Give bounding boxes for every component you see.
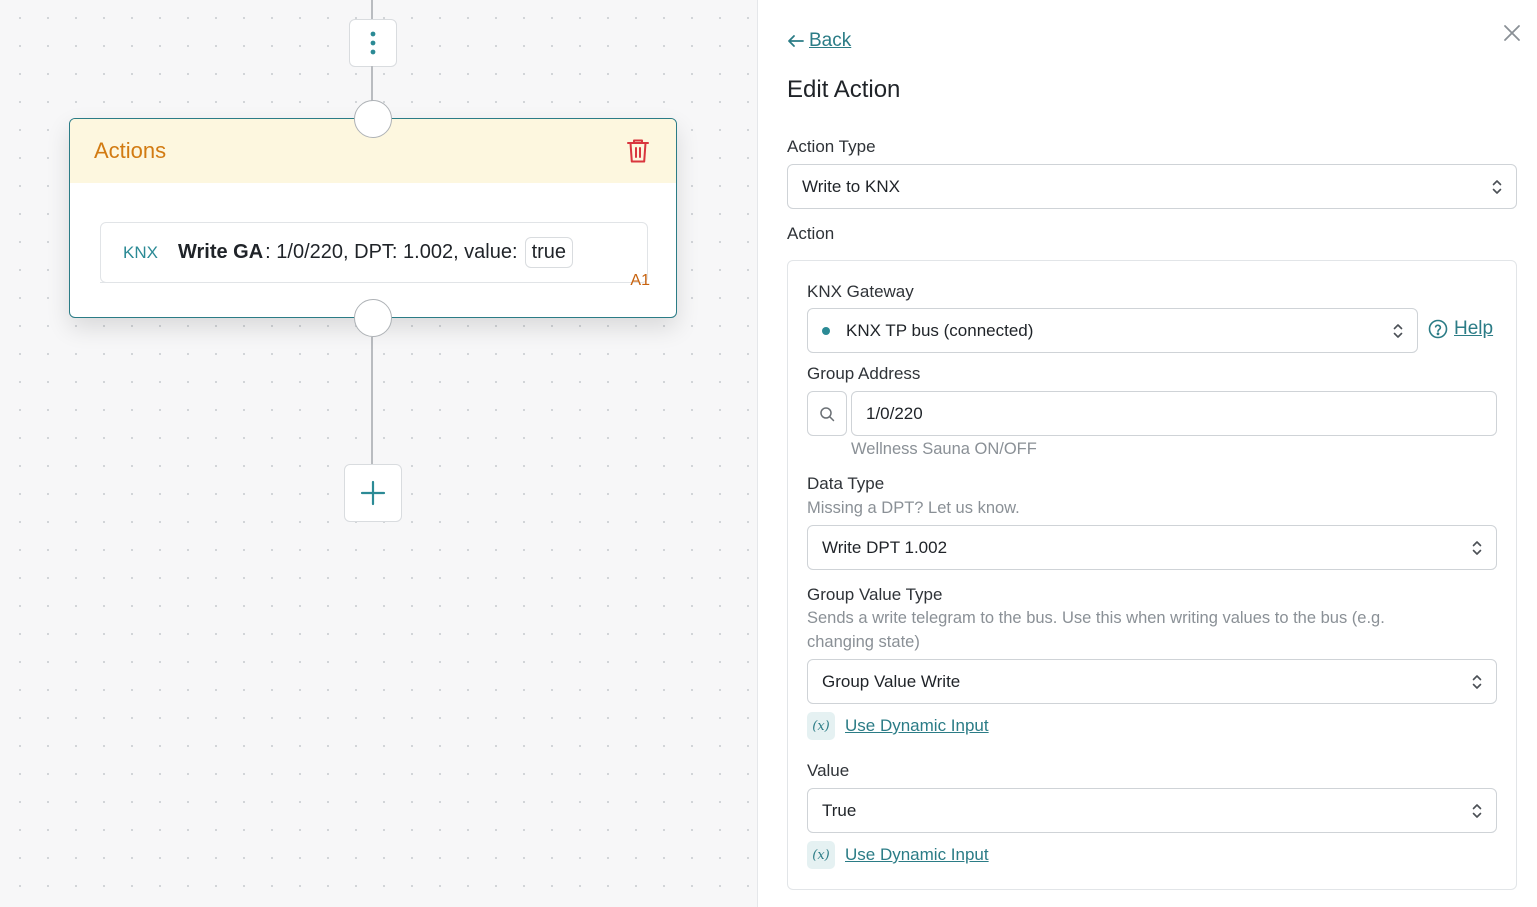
action-type-label: Action Type: [787, 137, 876, 156]
value-select-value: True: [822, 800, 857, 820]
gateway-label: KNX Gateway: [807, 282, 914, 301]
group-value-type-hint: Sends a write telegram to the bus. Use t…: [807, 609, 1385, 651]
connector-line: [371, 337, 373, 464]
group-address-hint: Wellness Sauna ON/OFF: [851, 440, 1037, 458]
node-menu-button[interactable]: [349, 19, 397, 67]
plus-icon: [360, 480, 386, 506]
group-value-dynamic-input-link[interactable]: (x) Use Dynamic Input: [807, 712, 989, 740]
close-panel-button[interactable]: [1501, 22, 1523, 44]
action-summary-details: : 1/0/220, DPT: 1.002, value:: [265, 241, 518, 263]
node-input-port[interactable]: [354, 100, 392, 138]
value-dynamic-input-link[interactable]: (x) Use Dynamic Input: [807, 841, 989, 869]
data-type-label: Data Type: [807, 474, 885, 493]
value-label: Value: [807, 761, 850, 780]
chevron-up-down-icon: [1472, 675, 1482, 689]
group-value-type-value: Group Value Write: [822, 671, 961, 691]
gateway-value: KNX TP bus (connected): [846, 320, 1034, 340]
node-title: Actions: [94, 138, 167, 163]
connected-status-dot: [822, 326, 830, 335]
action-divider: [100, 282, 625, 283]
action-type-select[interactable]: Write to KNX: [787, 164, 1517, 209]
action-value-pill: true: [524, 237, 574, 268]
back-label: Back: [809, 30, 852, 51]
action-protocol-tag: KNX: [123, 242, 158, 262]
arrow-left-icon: [788, 35, 804, 47]
more-vertical-icon: [370, 31, 376, 55]
search-icon: [820, 406, 835, 421]
help-link[interactable]: Help: [1428, 318, 1493, 340]
help-circle-icon: [1428, 319, 1448, 339]
delete-node-button[interactable]: [624, 137, 652, 165]
group-value-type-select[interactable]: Group Value Write: [807, 659, 1497, 704]
variable-icon: (x): [807, 841, 835, 869]
value-select[interactable]: True: [807, 788, 1497, 833]
node-output-port[interactable]: [354, 299, 392, 337]
back-link[interactable]: Back: [787, 30, 851, 52]
data-type-value: Write DPT 1.002: [822, 537, 948, 557]
close-icon: [1504, 25, 1520, 41]
group-address-label: Group Address: [807, 364, 921, 383]
actions-node[interactable]: Actions KNX Write GA : 1/0/220, DPT: 1.0…: [69, 118, 677, 318]
data-type-select[interactable]: Write DPT 1.002: [807, 525, 1497, 570]
chevron-up-down-icon: [1472, 541, 1482, 555]
action-item[interactable]: KNX Write GA : 1/0/220, DPT: 1.002, valu…: [100, 222, 648, 283]
action-section-label: Action: [787, 224, 835, 243]
group-value-type-label: Group Value Type: [807, 585, 943, 604]
add-node-button[interactable]: [344, 464, 402, 522]
workflow-canvas[interactable]: Actions KNX Write GA : 1/0/220, DPT: 1.0…: [0, 0, 757, 907]
trash-icon: [627, 139, 649, 163]
variable-icon: (x): [807, 712, 835, 740]
chevron-up-down-icon: [1393, 324, 1403, 338]
connector-line: [371, 0, 373, 20]
edit-action-panel: Back Edit Action Action Type Write to KN…: [757, 0, 1537, 907]
group-address-search-button[interactable]: [807, 391, 847, 436]
chevron-up-down-icon: [1492, 180, 1502, 194]
action-type-value: Write to KNX: [802, 176, 900, 196]
dynamic-input-label: Use Dynamic Input: [845, 845, 989, 864]
data-type-hint: Missing a DPT? Let us know.: [807, 499, 1020, 517]
help-label: Help: [1454, 318, 1494, 339]
panel-title: Edit Action: [787, 76, 901, 103]
dynamic-input-label: Use Dynamic Input: [845, 716, 989, 735]
gateway-select[interactable]: KNX TP bus (connected): [807, 308, 1418, 353]
action-summary-title: Write GA: [177, 241, 264, 263]
group-address-input[interactable]: [851, 391, 1497, 436]
chevron-up-down-icon: [1472, 804, 1482, 818]
action-id: A1: [630, 272, 650, 289]
